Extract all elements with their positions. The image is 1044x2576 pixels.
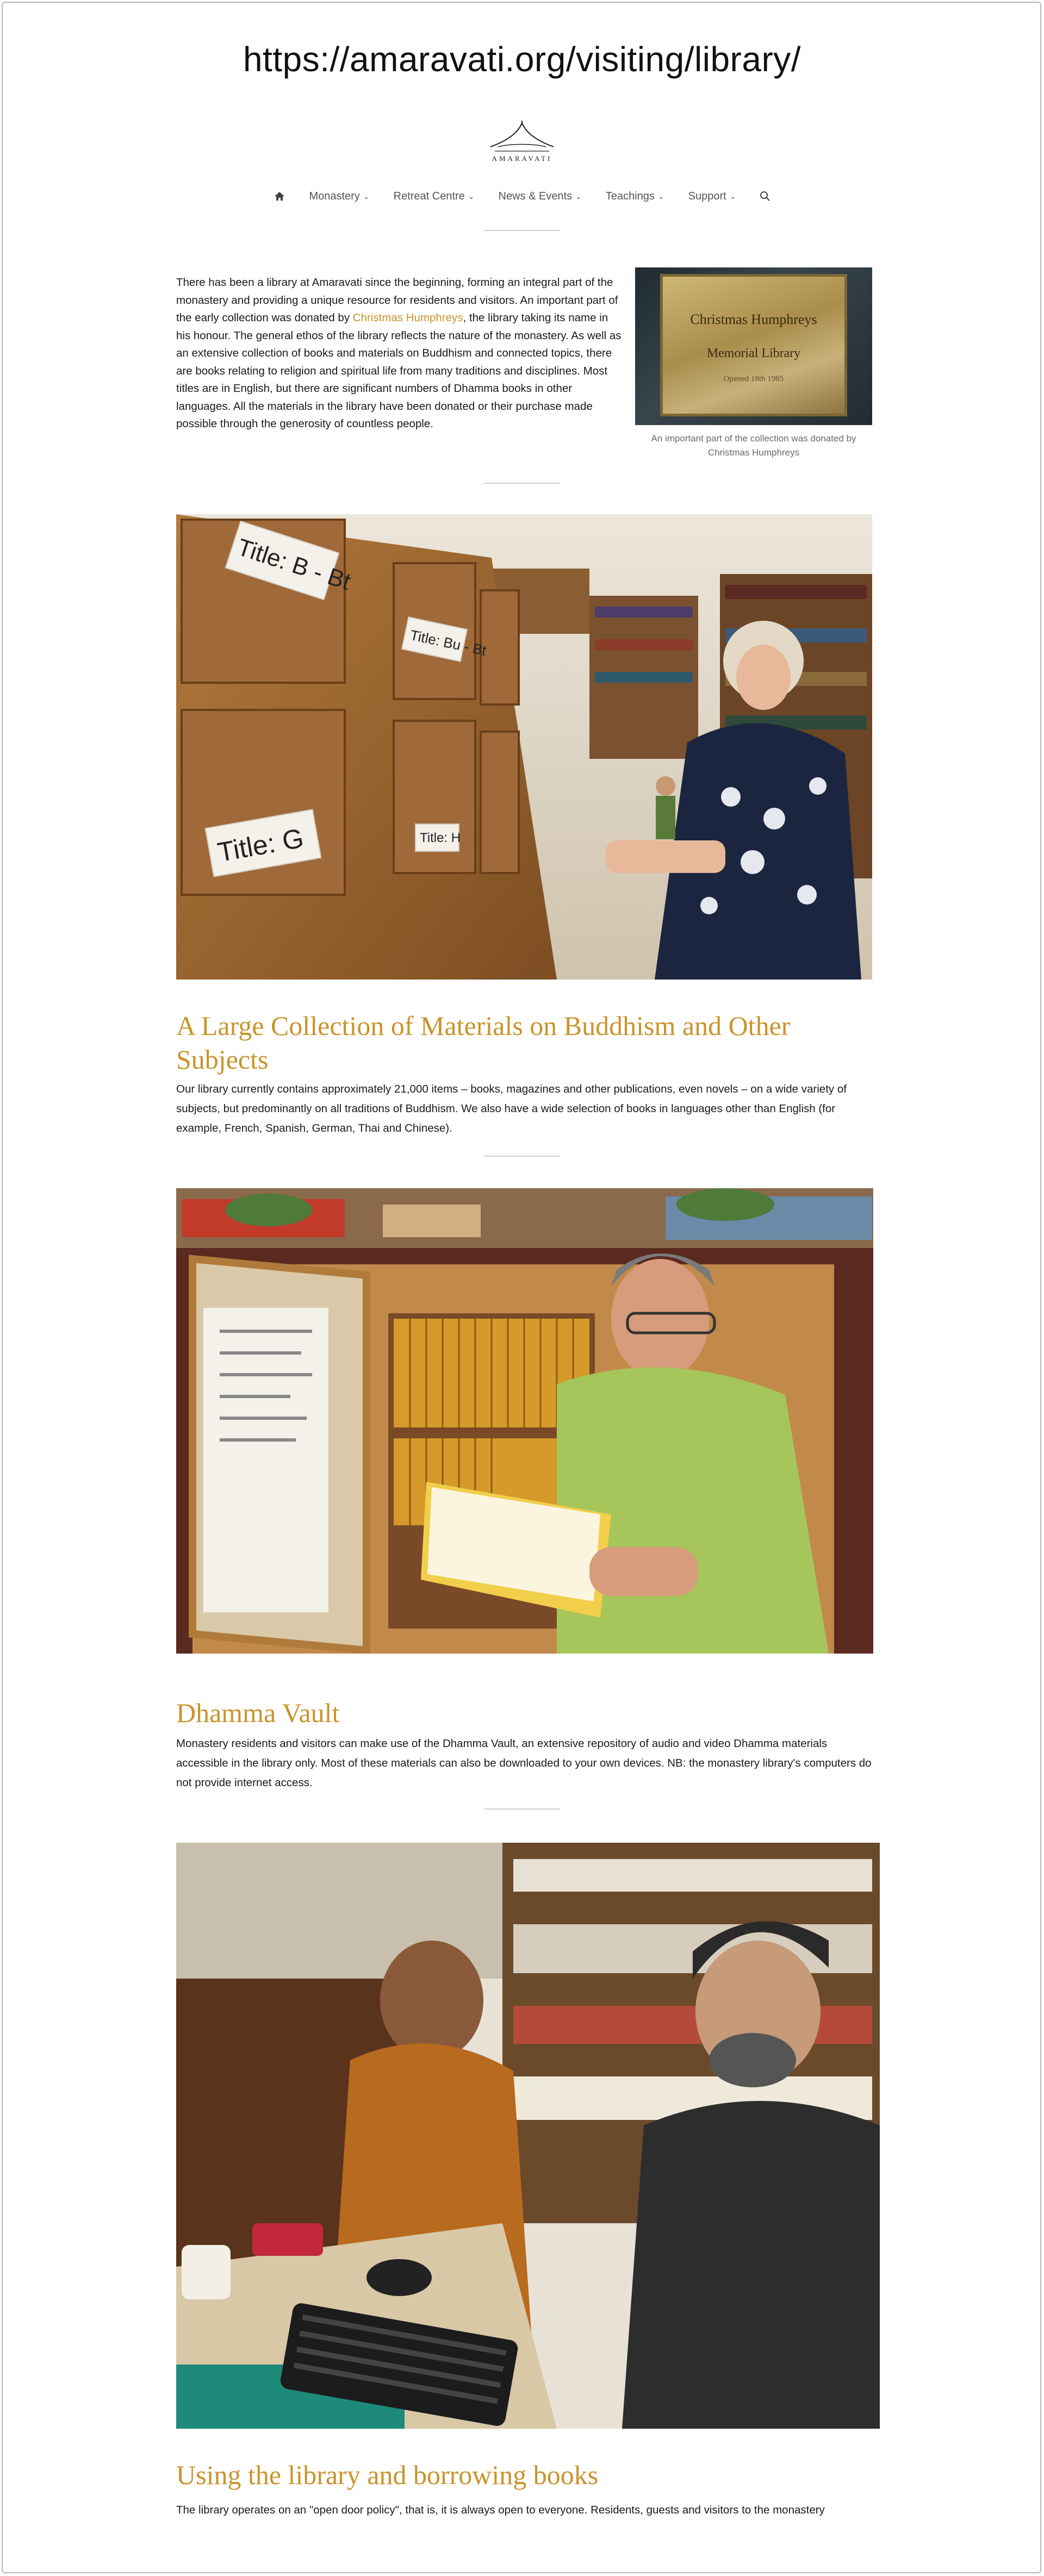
- plaque-caption: An important part of the collection was …: [651, 433, 856, 458]
- plaque-line-1: Christmas Humphreys: [690, 311, 817, 327]
- plaque-brass: Christmas Humphreys Memorial Library Ope…: [660, 274, 847, 416]
- section-heading-collection: A Large Collection of Materials on Buddh…: [176, 1011, 791, 1075]
- plaque-line-2: Memorial Library: [706, 346, 801, 360]
- man-reading-illustration: [176, 1188, 873, 1654]
- section-heading-dhamma-vault: Dhamma Vault: [176, 1698, 340, 1728]
- intro-text-end: , the library taking its name in his hon…: [176, 311, 622, 430]
- card-catalogue-photo: Title: B - Bt Title: G Title: Bu - Bt Ti…: [176, 514, 872, 980]
- nav-news-events[interactable]: News & Events ⌄: [499, 190, 582, 203]
- nav-search[interactable]: [760, 191, 770, 202]
- nav-monastery-label: Monastery: [309, 190, 360, 202]
- search-icon: [760, 191, 770, 201]
- nav-news-events-label: News & Events: [498, 190, 573, 202]
- chevron-down-icon: ⌄: [657, 191, 664, 201]
- computer-users-illustration: [176, 1843, 880, 2429]
- nav-retreat-centre-label: Retreat Centre: [393, 190, 465, 202]
- logo-text: AMARAVATI: [492, 154, 552, 163]
- chevron-down-icon: ⌄: [363, 191, 370, 201]
- nav-support-label: Support: [688, 190, 726, 202]
- logo-roof-icon: [490, 121, 554, 152]
- divider: [484, 1156, 560, 1157]
- nav-teachings-label: Teachings: [605, 190, 655, 202]
- nav-teachings[interactable]: Teachings ⌄: [606, 190, 664, 203]
- section-text-dhamma-vault: Monastery residents and visitors can mak…: [176, 1737, 872, 1789]
- chevron-down-icon: ⌄: [729, 191, 736, 201]
- intro-paragraph: There has been a library at Amaravati si…: [176, 274, 622, 433]
- main-nav: Monastery ⌄ Retreat Centre ⌄ News & Even…: [0, 188, 1044, 204]
- plaque-line-3: Opened 18th 1985: [723, 375, 784, 383]
- site-logo[interactable]: AMARAVATI: [478, 118, 566, 167]
- chevron-down-icon: ⌄: [468, 191, 475, 201]
- nav-support[interactable]: Support ⌄: [688, 190, 736, 203]
- memorial-plaque-image: Christmas Humphreys Memorial Library Ope…: [635, 267, 872, 425]
- drawer-label-h: Title: H: [420, 831, 461, 845]
- section-text-borrowing: The library operates on an "open door po…: [176, 2504, 825, 2516]
- section-heading-borrowing: Using the library and borrowing books: [176, 2460, 599, 2490]
- nav-home[interactable]: [274, 191, 285, 202]
- christmas-humphreys-link[interactable]: Christmas Humphreys: [353, 311, 463, 324]
- home-icon: [274, 192, 284, 201]
- nav-retreat-centre[interactable]: Retreat Centre ⌄: [394, 190, 475, 203]
- nav-monastery[interactable]: Monastery ⌄: [309, 190, 370, 203]
- divider: [484, 483, 560, 484]
- divider: [484, 230, 560, 231]
- section-text-collection: Our library currently contains approxima…: [176, 1083, 847, 1134]
- chevron-down-icon: ⌄: [575, 191, 582, 201]
- computer-users-photo: [176, 1843, 880, 2429]
- page-url: https://amaravati.org/visiting/library/: [243, 40, 801, 79]
- divider: [484, 1808, 560, 1810]
- man-reading-photo: [176, 1188, 873, 1654]
- card-catalogue-illustration: Title: B - Bt Title: G Title: Bu - Bt Ti…: [176, 514, 872, 980]
